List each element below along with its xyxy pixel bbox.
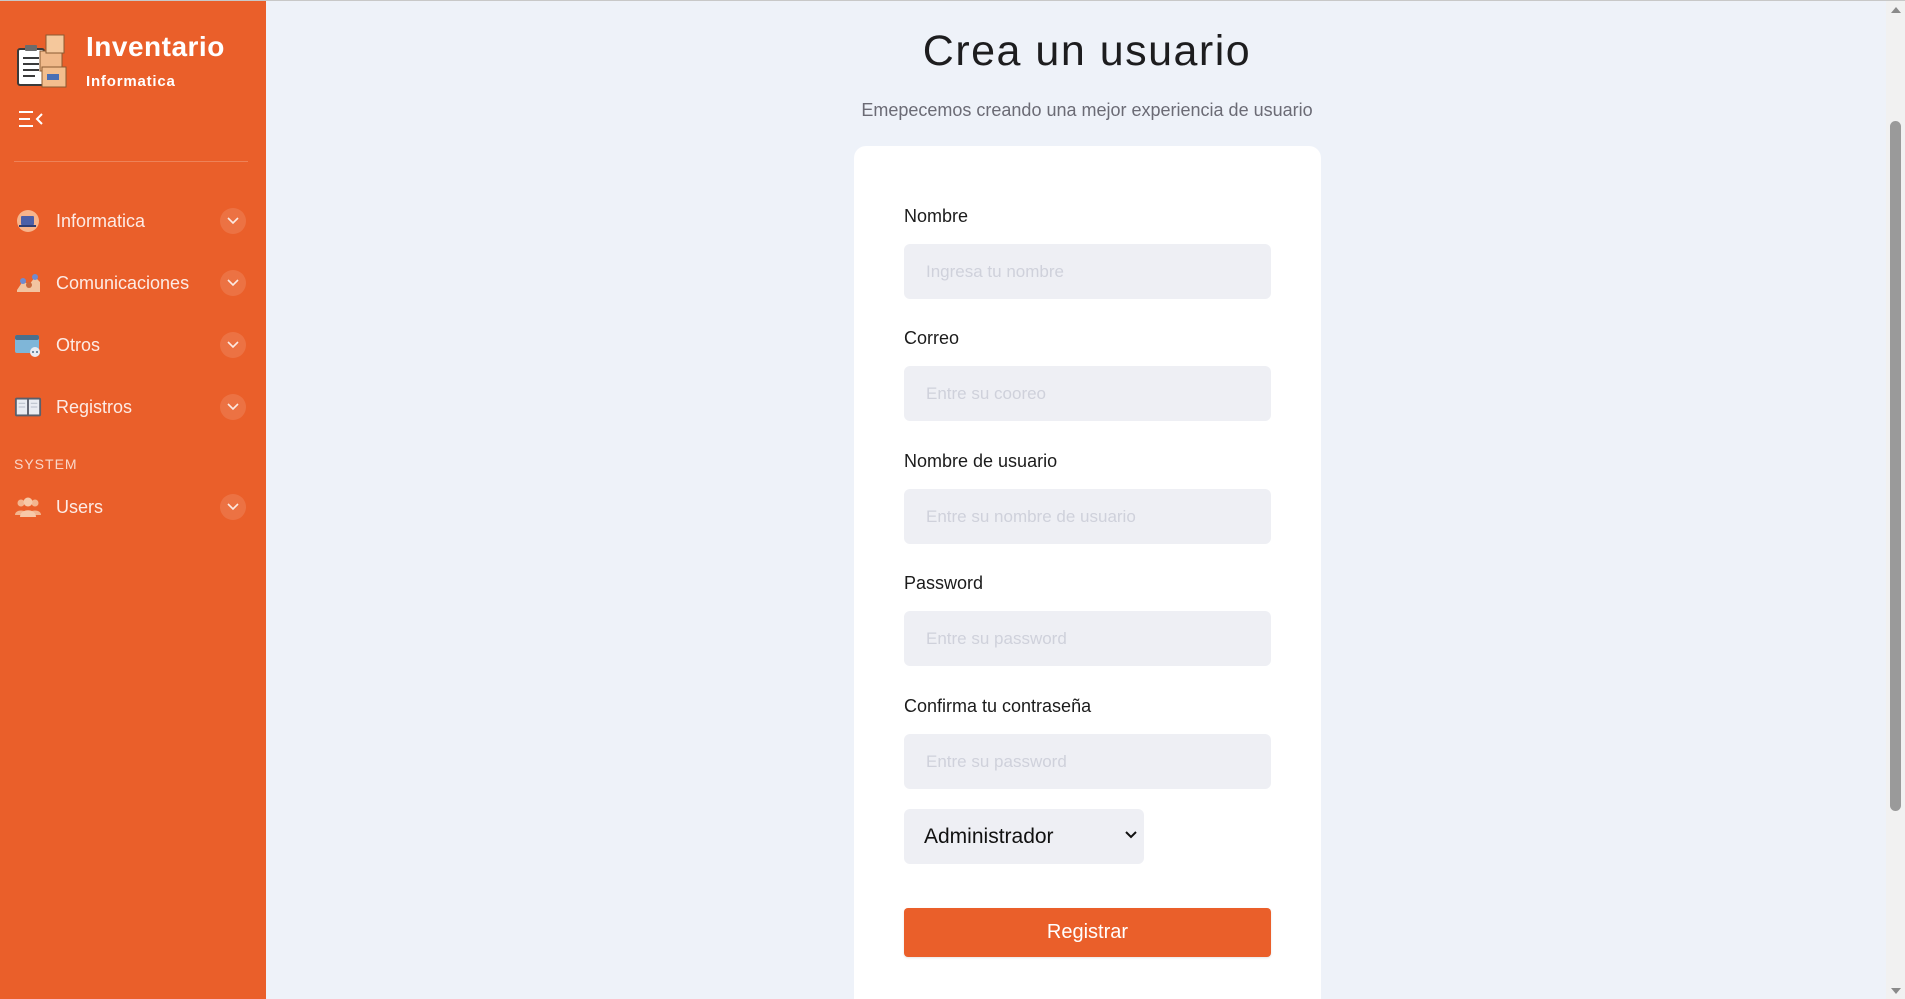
users-icon bbox=[14, 493, 42, 521]
sidebar-item-users[interactable]: Users bbox=[14, 487, 246, 527]
sidebar-item-label: Comunicaciones bbox=[56, 272, 190, 293]
sidebar-item-registros[interactable]: Registros bbox=[14, 387, 246, 427]
scrollbar-thumb[interactable] bbox=[1890, 121, 1901, 811]
menu-collapse-icon[interactable] bbox=[18, 109, 44, 129]
open-book-icon bbox=[14, 393, 42, 421]
register-button[interactable]: Registrar bbox=[904, 908, 1271, 957]
password-input[interactable] bbox=[904, 611, 1271, 666]
scroll-up-arrow-icon[interactable] bbox=[1891, 7, 1901, 13]
chevron-down-icon[interactable] bbox=[220, 270, 246, 296]
role-select[interactable]: Administrador bbox=[904, 809, 1144, 864]
sidebar-section-system: SYSTEM bbox=[14, 456, 78, 472]
sidebar-divider bbox=[14, 161, 248, 162]
confirm-password-input[interactable] bbox=[904, 734, 1271, 789]
sidebar-item-comunicaciones[interactable]: Comunicaciones bbox=[14, 263, 246, 303]
sidebar-item-otros[interactable]: Otros bbox=[14, 325, 246, 365]
chevron-down-icon[interactable] bbox=[220, 394, 246, 420]
sidebar-item-label: Users bbox=[56, 496, 104, 517]
nombre-label: Nombre bbox=[904, 206, 969, 226]
scroll-down-arrow-icon[interactable] bbox=[1891, 988, 1901, 994]
usuario-input[interactable] bbox=[904, 489, 1271, 544]
correo-label: Correo bbox=[904, 328, 960, 348]
usuario-label: Nombre de usuario bbox=[904, 451, 1058, 471]
main-content: Crea un usuario Emepecemos creando una m… bbox=[266, 1, 1886, 999]
register-form-card: Nombre Correo Nombre de usuario Password… bbox=[854, 146, 1321, 999]
inventory-logo-icon bbox=[14, 31, 72, 93]
password-label: Password bbox=[904, 573, 984, 593]
sidebar: Inventario Informatica Informatica Comun… bbox=[0, 1, 266, 999]
sidebar-item-informatica[interactable]: Informatica bbox=[14, 201, 246, 241]
laptop-icon bbox=[14, 207, 42, 235]
brand[interactable]: Inventario Informatica bbox=[14, 31, 225, 93]
sidebar-item-label: Otros bbox=[56, 334, 101, 355]
sidebar-item-label: Registros bbox=[56, 396, 133, 417]
network-hands-icon bbox=[14, 269, 42, 297]
chevron-down-icon bbox=[1124, 827, 1138, 845]
chevron-down-icon[interactable] bbox=[220, 208, 246, 234]
brand-subtitle: Informatica bbox=[86, 73, 176, 90]
page-scrollbar[interactable] bbox=[1886, 1, 1905, 999]
correo-input[interactable] bbox=[904, 366, 1271, 421]
role-select-value: Administrador bbox=[924, 824, 1054, 848]
app-window: Inventario Informatica Informatica Comun… bbox=[0, 0, 1905, 999]
chevron-down-icon[interactable] bbox=[220, 494, 246, 520]
chevron-down-icon[interactable] bbox=[220, 332, 246, 358]
confirm-password-label: Confirma tu contraseña bbox=[904, 696, 1092, 716]
nombre-input[interactable] bbox=[904, 244, 1271, 299]
page-title: Crea un usuario bbox=[922, 27, 1252, 75]
page-subtitle: Emepecemos creando una mejor experiencia… bbox=[861, 100, 1313, 120]
brand-title: Inventario bbox=[86, 31, 225, 62]
sidebar-item-label: Informatica bbox=[56, 210, 146, 231]
browser-window-icon bbox=[14, 331, 42, 359]
